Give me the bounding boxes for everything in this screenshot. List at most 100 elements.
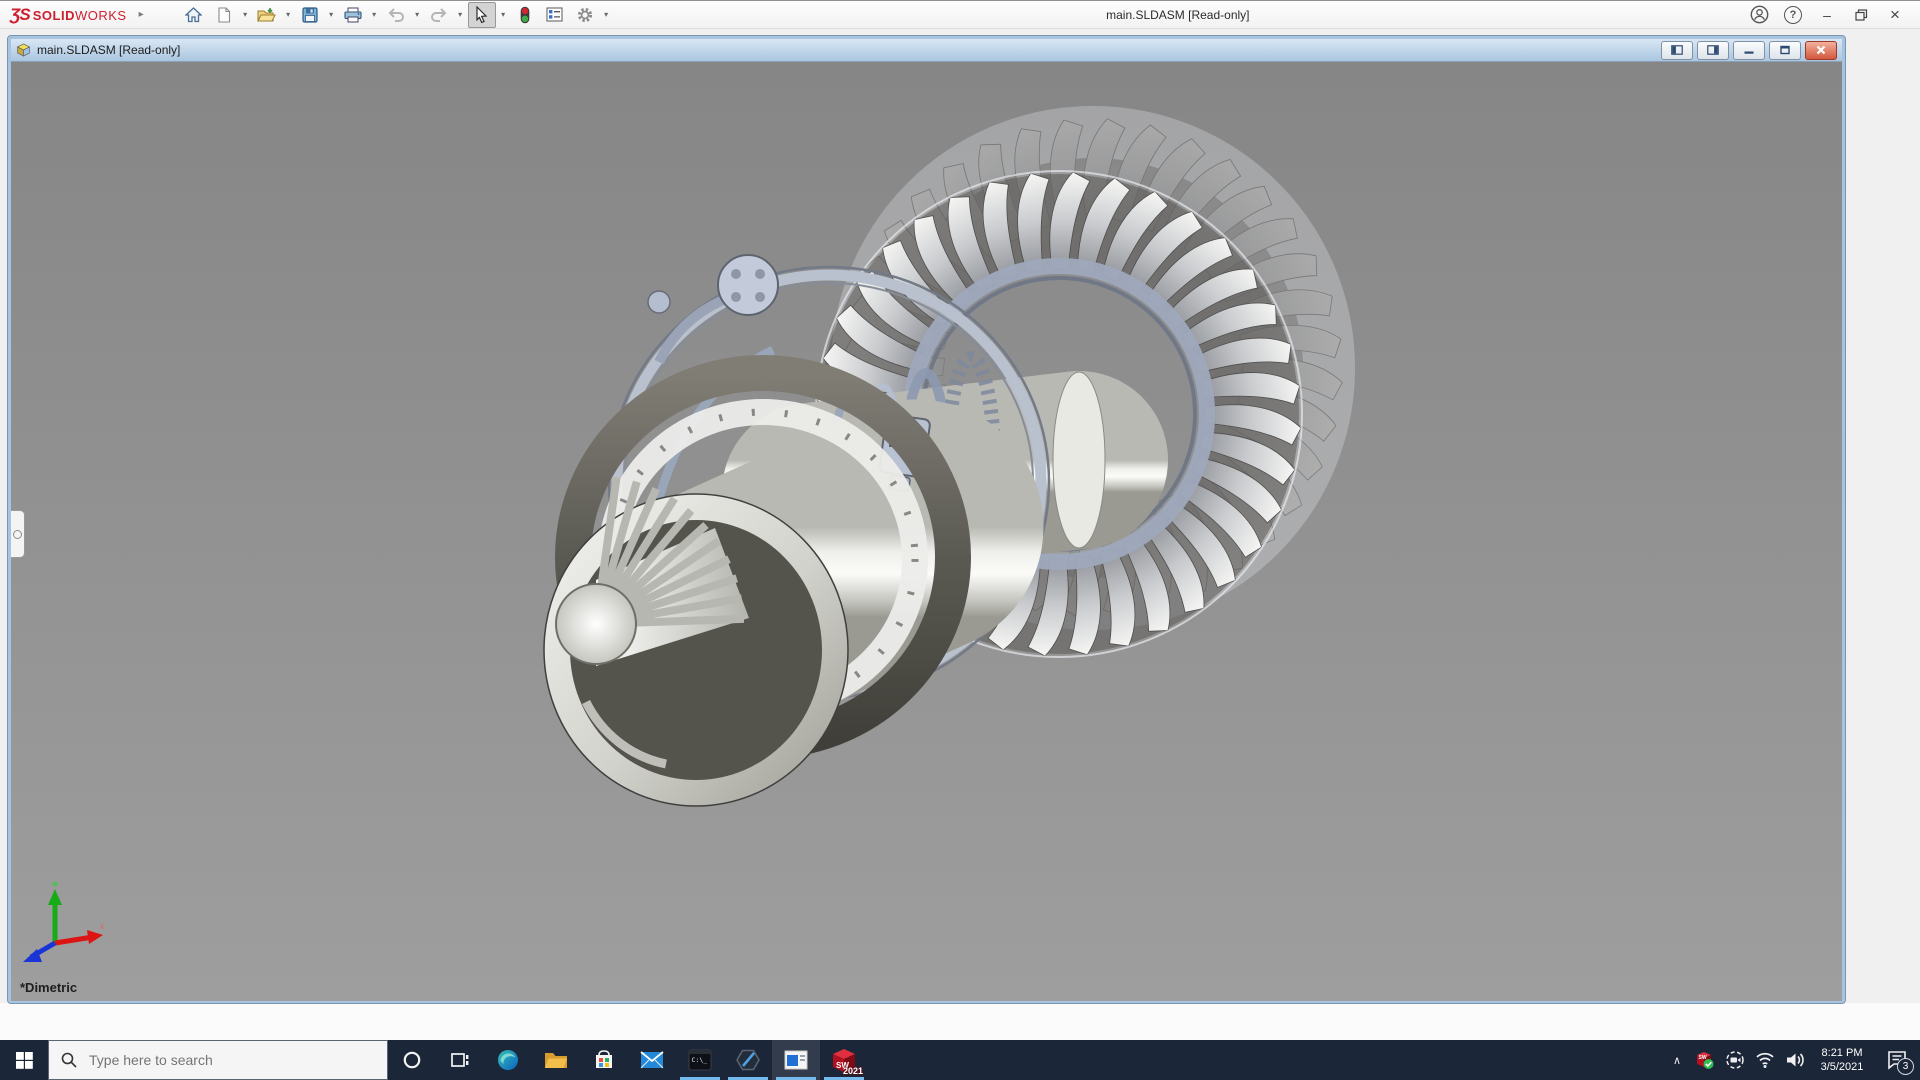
desktop: ƷS SOLID WORKS ▸ ▾ — [0, 0, 1920, 1080]
windows-logo-icon — [16, 1052, 33, 1069]
doc-close-button[interactable] — [1805, 41, 1837, 60]
solidworks-monitor-icon: SW — [1695, 1050, 1715, 1070]
app-background-bottom — [0, 1003, 1920, 1040]
rebuild-traffic-light-icon — [520, 6, 530, 24]
solidworks-year-label: 2021 — [843, 1066, 863, 1076]
print-icon — [344, 7, 362, 23]
assembly-document-icon — [16, 43, 31, 57]
doc-restore-button[interactable] — [1769, 41, 1801, 60]
feature-tree-collapsed-tab[interactable] — [11, 510, 25, 558]
doc-restore-icon — [1779, 45, 1791, 55]
doc-close-icon — [1815, 45, 1827, 55]
tray-network[interactable] — [1750, 1040, 1780, 1080]
document-window: main.SLDASM [Read-only] — [8, 36, 1845, 1003]
file-explorer-icon — [544, 1049, 568, 1071]
redo-button[interactable] — [425, 2, 453, 28]
wifi-icon — [1755, 1051, 1775, 1069]
solidworks-logo-bold: SOLID — [33, 8, 75, 23]
redo-icon — [430, 8, 448, 22]
options-dropdown[interactable]: ▾ — [601, 3, 612, 27]
action-center-button[interactable]: 3 — [1874, 1040, 1920, 1080]
microsoft-store-button[interactable] — [580, 1040, 628, 1080]
svg-text:C:\_: C:\_ — [692, 1056, 708, 1064]
doc-minimize-button[interactable] — [1733, 41, 1765, 60]
speaker-icon — [1785, 1051, 1805, 1069]
select-tool-button[interactable] — [468, 2, 496, 28]
view-orientation-label: *Dimetric — [20, 980, 77, 995]
file-properties-button[interactable] — [541, 2, 569, 28]
options-gear-icon — [576, 6, 594, 24]
edge-button[interactable] — [484, 1040, 532, 1080]
select-tool-dropdown[interactable]: ▾ — [498, 3, 509, 27]
print-button[interactable] — [339, 2, 367, 28]
options-button[interactable] — [571, 2, 599, 28]
solidworks-logo-mark: ƷS — [10, 5, 30, 25]
tray-clock[interactable]: 8:21 PM 3/5/2021 — [1810, 1040, 1874, 1080]
taskbar-search[interactable] — [48, 1040, 388, 1080]
tray-volume[interactable] — [1780, 1040, 1810, 1080]
taskbar-search-input[interactable] — [87, 1051, 387, 1069]
new-document-icon — [217, 7, 231, 23]
save-dropdown[interactable]: ▾ — [326, 3, 337, 27]
solidworks-taskbar-button[interactable]: SW 2021 — [820, 1040, 868, 1080]
doc-minimize-icon — [1743, 45, 1755, 55]
user-account-icon — [1750, 5, 1769, 24]
print-dropdown[interactable]: ▾ — [369, 3, 380, 27]
cortana-icon — [402, 1050, 422, 1070]
home-icon — [185, 7, 202, 23]
solidworks-logo: ƷS SOLID WORKS — [10, 5, 127, 25]
document-title: main.SLDASM [Read-only] — [37, 43, 180, 57]
undo-button[interactable] — [382, 2, 410, 28]
hexagon-app-icon — [735, 1047, 761, 1073]
menu-flyout-icon[interactable]: ▸ — [139, 9, 144, 20]
new-document-button[interactable] — [210, 2, 238, 28]
start-button[interactable] — [0, 1040, 48, 1080]
doc-show-left-pane-button[interactable] — [1661, 41, 1693, 60]
app-close-button[interactable]: × — [1880, 3, 1910, 27]
meet-now-icon — [1725, 1050, 1745, 1070]
restore-icon — [1855, 9, 1868, 21]
reference-triad: x — [17, 877, 109, 969]
cortana-button[interactable] — [388, 1040, 436, 1080]
notification-count-badge: 3 — [1897, 1058, 1914, 1075]
file-explorer-button[interactable] — [532, 1040, 580, 1080]
app-window-icon — [784, 1050, 808, 1070]
undo-icon — [387, 8, 405, 22]
task-view-icon — [450, 1050, 470, 1070]
task-view-button[interactable] — [436, 1040, 484, 1080]
right-pane-icon — [1707, 45, 1719, 55]
tray-meet-now[interactable] — [1720, 1040, 1750, 1080]
edge-icon — [496, 1048, 520, 1072]
taskbar: C:\_ SW — [0, 1040, 1920, 1080]
tray-time: 8:21 PM — [1822, 1046, 1863, 1060]
graphics-viewport[interactable]: x *Dimetric — [11, 61, 1842, 1001]
rebuild-button[interactable] — [511, 2, 539, 28]
nozzle-hub — [556, 584, 636, 664]
app-window-controls: ? – × — [1744, 3, 1910, 27]
save-button[interactable] — [296, 2, 324, 28]
engine-model — [11, 62, 1842, 1001]
document-window-controls — [1661, 41, 1837, 60]
command-prompt-icon: C:\_ — [688, 1049, 712, 1071]
hexagon-app-button[interactable] — [724, 1040, 772, 1080]
open-button[interactable] — [253, 2, 281, 28]
tray-solidworks-monitor[interactable]: SW — [1690, 1040, 1720, 1080]
sign-in-button[interactable] — [1744, 3, 1774, 27]
doc-show-right-pane-button[interactable] — [1697, 41, 1729, 60]
app-restore-button[interactable] — [1846, 3, 1876, 27]
home-button[interactable] — [180, 2, 208, 28]
tray-overflow-chevron[interactable]: ∧ — [1664, 1040, 1690, 1080]
open-dropdown[interactable]: ▾ — [283, 3, 294, 27]
new-document-dropdown[interactable]: ▾ — [240, 3, 251, 27]
redo-dropdown[interactable]: ▾ — [455, 3, 466, 27]
help-button[interactable]: ? — [1778, 3, 1808, 27]
app-background-right — [1845, 30, 1920, 1003]
app-window-button[interactable] — [772, 1040, 820, 1080]
pushpin-icon — [13, 530, 22, 539]
document-titlebar[interactable]: main.SLDASM [Read-only] — [11, 39, 1842, 61]
quick-toolbar: ▾ ▾ ▾ — [180, 2, 612, 28]
command-prompt-button[interactable]: C:\_ — [676, 1040, 724, 1080]
app-minimize-button[interactable]: – — [1812, 3, 1842, 27]
mail-button[interactable] — [628, 1040, 676, 1080]
undo-dropdown[interactable]: ▾ — [412, 3, 423, 27]
